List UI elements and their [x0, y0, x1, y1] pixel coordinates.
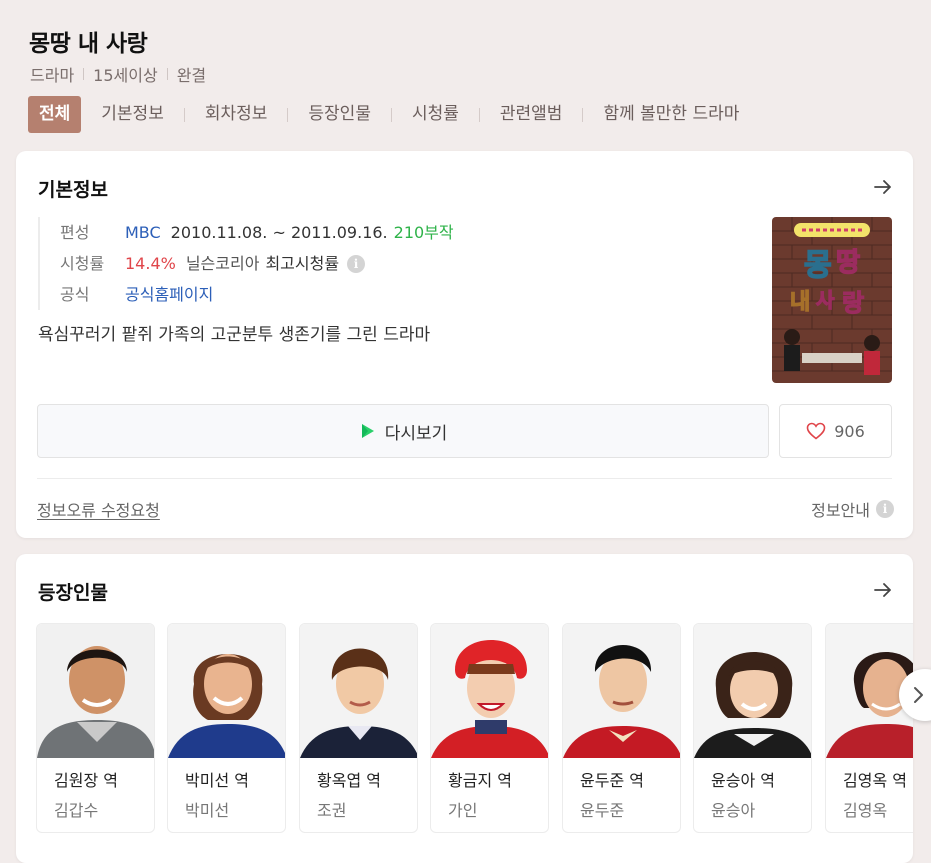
info-icon[interactable]: i: [347, 254, 366, 273]
cast-title[interactable]: 등장인물: [38, 578, 108, 605]
cast-photo: [563, 624, 680, 758]
cast-actor: 김갑수: [54, 801, 99, 820]
arrow-right-icon[interactable]: [873, 580, 893, 600]
broadcast-period: 2010.11.08. ~ 2011.09.16.: [170, 223, 388, 242]
cast-item[interactable]: 박미선 역 박미선: [167, 623, 286, 833]
official-site-link[interactable]: 공식홈페이지: [125, 279, 213, 310]
chevron-right-icon: [914, 687, 923, 703]
cast-photo: [431, 624, 548, 758]
basic-info-card: 기본정보 편성 MBC 2010.11.08. ~ 2011.09.16. 21…: [16, 151, 913, 538]
info-key: 공식: [60, 285, 90, 304]
channel-link[interactable]: MBC: [125, 217, 161, 248]
arrow-right-icon[interactable]: [873, 177, 893, 197]
drama-meta: 드라마 15세이상 완결: [30, 62, 206, 86]
cast-item[interactable]: 김원장 역 김갑수: [36, 623, 155, 833]
cast-role: 황금지 역: [448, 771, 512, 790]
tab-basic-info[interactable]: 기본정보: [81, 96, 184, 133]
tab-similar-dramas[interactable]: 함께 볼만한 드라마: [583, 96, 759, 133]
cast-photo: [694, 624, 811, 758]
info-table: 편성 MBC 2010.11.08. ~ 2011.09.16. 210부작 시…: [38, 217, 454, 310]
cast-photo: [37, 624, 154, 758]
cast-role: 김영옥 역: [843, 771, 907, 790]
info-key: 편성: [60, 223, 90, 242]
drama-poster[interactable]: 몽 땅 내 사 랑: [772, 217, 892, 383]
report-error-link[interactable]: 정보오류 수정요청: [37, 497, 160, 521]
info-row-official: 공식 공식홈페이지: [60, 279, 454, 310]
svg-text:몽: 몽: [804, 248, 832, 283]
like-button[interactable]: 906: [779, 404, 892, 458]
cast-actor: 윤두준: [580, 801, 625, 820]
cast-card: 등장인물 김원장 역 김갑수 박미선 역 박미선 황옥엽 역 조권 황금지 역 …: [16, 554, 931, 863]
cast-actor: 김영옥: [843, 801, 888, 820]
rating-value: 14.4%: [125, 254, 176, 273]
info-icon: i: [876, 500, 894, 518]
info-row-broadcast: 편성 MBC 2010.11.08. ~ 2011.09.16. 210부작: [60, 217, 454, 248]
cast-role: 윤승아 역: [711, 771, 775, 790]
heart-icon: [806, 422, 826, 440]
meta-divider: [166, 68, 168, 80]
info-row-rating: 시청률 14.4% 닐슨코리아 최고시청률 i: [60, 248, 454, 279]
episode-count: 210부작: [393, 223, 454, 242]
rewatch-button[interactable]: 다시보기: [37, 404, 769, 458]
svg-text:사: 사: [816, 288, 835, 312]
page-title: 몽땅 내 사랑: [29, 31, 148, 57]
rating-type: 최고시청률: [265, 254, 340, 273]
meta-genre: 드라마: [30, 66, 75, 85]
divider: [37, 478, 892, 479]
tab-cast[interactable]: 등장인물: [288, 96, 391, 133]
cast-actor: 박미선: [185, 801, 230, 820]
cast-item[interactable]: 황옥엽 역 조권: [299, 623, 418, 833]
cast-role: 박미선 역: [185, 771, 249, 790]
cast-item[interactable]: 황금지 역 가인: [430, 623, 549, 833]
meta-divider: [83, 68, 85, 80]
tab-bar: 전체 기본정보 회차정보 등장인물 시청률 관련앨범 함께 볼만한 드라마: [28, 96, 759, 133]
cast-role: 윤두준 역: [580, 771, 644, 790]
cast-actor: 윤승아: [711, 801, 756, 820]
tab-episodes[interactable]: 회차정보: [185, 96, 288, 133]
cast-role: 김원장 역: [54, 771, 118, 790]
svg-text:랑: 랑: [842, 289, 864, 317]
cast-carousel: 김원장 역 김갑수 박미선 역 박미선 황옥엽 역 조권 황금지 역 가인 윤두…: [36, 623, 913, 835]
info-key: 시청률: [60, 254, 105, 273]
drama-header: 몽땅 내 사랑 드라마 15세이상 완결 전체 기본정보 회차정보 등장인물 시…: [0, 0, 931, 150]
cast-role: 황옥엽 역: [317, 771, 381, 790]
meta-status: 완결: [176, 66, 207, 85]
info-guide-label: 정보안내: [811, 501, 870, 520]
svg-text:내: 내: [790, 290, 810, 315]
cast-photo: [168, 624, 285, 758]
rating-source: 닐슨코리아: [185, 254, 260, 273]
tab-ratings[interactable]: 시청률: [392, 96, 479, 133]
play-icon: [361, 424, 374, 438]
tab-all[interactable]: 전체: [28, 96, 82, 133]
cast-item[interactable]: 윤두준 역 윤두준: [562, 623, 681, 833]
tab-albums[interactable]: 관련앨범: [480, 96, 583, 133]
meta-age-rating: 15세이상: [93, 66, 158, 85]
cast-photo: [300, 624, 417, 758]
drama-description: 욕심꾸러기 팥쥐 가족의 고군분투 생존기를 그린 드라마: [38, 325, 431, 345]
cast-actor: 가인: [448, 801, 478, 820]
like-count: 906: [834, 421, 865, 441]
basic-info-title[interactable]: 기본정보: [38, 175, 108, 202]
cast-item[interactable]: 김영옥 역 김영옥: [825, 623, 913, 833]
rewatch-label: 다시보기: [384, 423, 448, 444]
cast-item[interactable]: 윤승아 역 윤승아: [693, 623, 812, 833]
svg-text:땅: 땅: [836, 248, 860, 278]
info-guide[interactable]: 정보안내 i: [811, 497, 894, 521]
cast-actor: 조권: [317, 801, 347, 820]
